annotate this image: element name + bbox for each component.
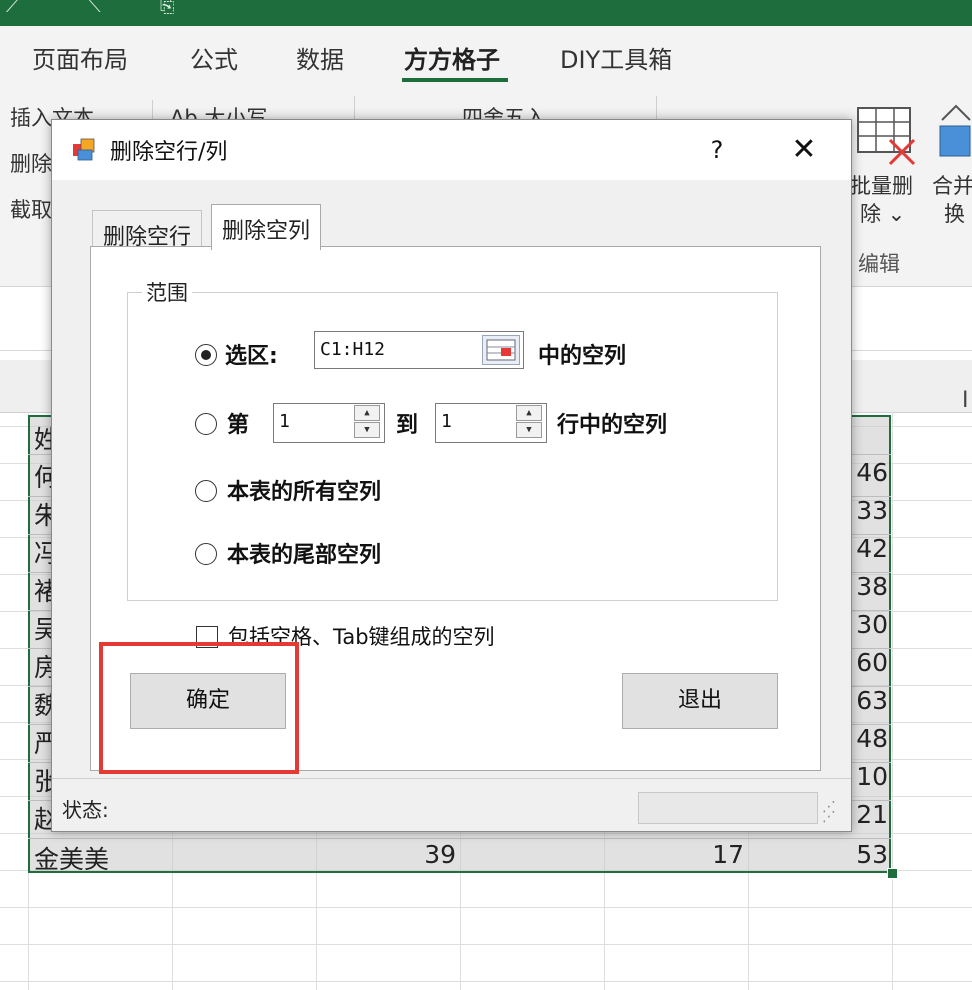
highlight-box	[99, 642, 299, 774]
batch-delete-icon[interactable]	[856, 106, 916, 170]
help-button[interactable]: ?	[696, 128, 738, 172]
spin-up-icon[interactable]: ▲	[516, 405, 542, 421]
quick-access-icon[interactable]: ⎘	[160, 0, 174, 17]
rows-to-label: 到	[396, 413, 419, 438]
close-button[interactable]: ✕	[778, 128, 830, 172]
tab-data[interactable]: 数据	[296, 40, 344, 75]
tab-diy-toolbox[interactable]: DIY工具箱	[560, 40, 672, 75]
ribbon-delete[interactable]: 删除	[10, 148, 52, 178]
column-header-i[interactable]: I	[962, 388, 969, 413]
spin-up-icon[interactable]: ▲	[354, 405, 380, 421]
range-group-label: 范围	[142, 277, 192, 307]
redo-icon[interactable]: ⟍	[88, 0, 101, 17]
fill-handle[interactable]	[887, 868, 898, 879]
rows-from-stepper[interactable]: 1 ▲ ▼	[273, 403, 385, 443]
ribbon-merge[interactable]: 合并	[932, 170, 972, 200]
selection-range-input[interactable]: C1:H12	[314, 331, 524, 369]
ribbon-batch-delete-2[interactable]: 除 ⌄	[860, 198, 905, 228]
radio-tail-empty-cols[interactable]	[195, 543, 217, 565]
rows-from-value: 1	[279, 411, 290, 432]
tab-formulas[interactable]: 公式	[190, 40, 238, 75]
active-tab-indicator	[402, 78, 508, 82]
ribbon-extract[interactable]: 截取	[10, 194, 52, 224]
range-picker-icon[interactable]	[482, 335, 520, 365]
spin-down-icon[interactable]: ▼	[516, 422, 542, 438]
radio-row-range[interactable]	[195, 413, 217, 435]
status-divider	[52, 778, 851, 779]
status-progress	[638, 792, 818, 824]
tab-delete-empty-rows[interactable]: 删除空行	[92, 210, 203, 250]
rows-to-spinner[interactable]: ▲ ▼	[516, 405, 544, 439]
option-all-label: 本表的所有空列	[227, 480, 382, 505]
excel-title-bar: ⟋ ⟍ ⎘	[0, 0, 972, 26]
option-rows-prefix: 第	[227, 413, 250, 438]
selection-range-value: C1:H12	[320, 339, 386, 360]
rows-suffix: 行中的空列	[557, 413, 668, 438]
tab-delete-empty-cols[interactable]: 删除空列	[211, 204, 322, 250]
ribbon-group-edit: 编辑	[858, 252, 900, 276]
merge-convert-icon[interactable]	[936, 100, 972, 162]
radio-all-empty-cols[interactable]	[195, 480, 217, 502]
radio-selection[interactable]	[195, 344, 217, 366]
back-arrow-icon[interactable]: ⟋	[6, 0, 19, 17]
ribbon-tab-bar: 页面布局 公式 数据 方方格子 DIY工具箱	[0, 26, 972, 86]
spin-down-icon[interactable]: ▼	[354, 422, 380, 438]
status-label: 状态:	[62, 798, 109, 822]
option-selection-label: 选区:	[225, 344, 278, 369]
ribbon-batch-delete[interactable]: 批量删	[850, 170, 913, 200]
resize-grip-icon[interactable]: ⋰ ⋰	[822, 800, 844, 824]
range-group: 范围 选区: C1:H12 中的空列 第 1 ▲ ▼ 到 1 ▲ ▼ 行中的空列…	[127, 277, 778, 601]
tab-page-layout[interactable]: 页面布局	[32, 40, 128, 75]
app-icon	[73, 138, 95, 161]
tab-fangfang[interactable]: 方方格子	[404, 40, 500, 75]
exit-button[interactable]: 退出	[622, 673, 778, 729]
ribbon-merge-2[interactable]: 换	[944, 198, 965, 228]
rows-to-stepper[interactable]: 1 ▲ ▼	[435, 403, 547, 443]
dialog-title-bar: 删除空行/列 ? ✕	[52, 120, 851, 180]
selection-suffix: 中的空列	[538, 344, 627, 369]
rows-from-spinner[interactable]: ▲ ▼	[354, 405, 382, 439]
option-tail-label: 本表的尾部空列	[227, 543, 382, 568]
rows-to-value: 1	[441, 411, 452, 432]
dialog-title: 删除空行/列	[110, 140, 228, 165]
